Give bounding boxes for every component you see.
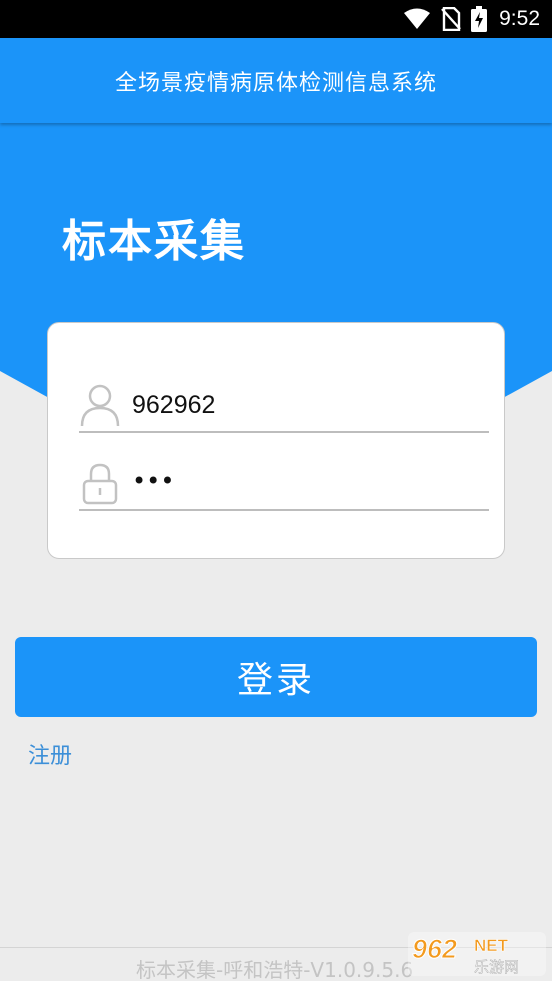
lock-icon <box>82 463 118 505</box>
login-screen: 9:52 全场景疫情病原体检测信息系统 标本采集 962962 ••• 登录 注… <box>0 0 552 981</box>
password-input[interactable]: ••• <box>132 463 174 503</box>
status-icons: 9:52 <box>403 0 540 38</box>
status-time: 9:52 <box>499 7 540 30</box>
page-heading: 标本采集 <box>62 216 246 267</box>
watermark-number: 962 <box>412 934 457 964</box>
app-title: 全场景疫情病原体检测信息系统 <box>114 70 437 96</box>
no-sim-icon <box>441 7 462 31</box>
version-text: 标本采集-呼和浩特-V1.0.9.5.6 <box>136 958 414 981</box>
login-button[interactable]: 登录 <box>15 637 537 717</box>
watermark-logo: 962 NET 乐游网 <box>408 932 546 976</box>
register-link[interactable]: 注册 <box>28 738 72 770</box>
watermark-text: 乐游网 <box>474 958 519 976</box>
username-input[interactable]: 962962 <box>132 385 215 425</box>
wifi-icon <box>404 8 431 29</box>
watermark-suffix: NET <box>474 936 509 955</box>
login-card: 962962 ••• <box>47 322 505 559</box>
status-bar: 9:52 <box>0 0 552 38</box>
password-field[interactable]: ••• <box>79 453 489 511</box>
user-icon <box>80 384 120 427</box>
login-button-label: 登录 <box>236 660 315 701</box>
battery-charging-icon <box>471 6 488 32</box>
username-field[interactable]: 962962 <box>79 375 489 433</box>
app-header: 全场景疫情病原体检测信息系统 <box>0 38 552 123</box>
